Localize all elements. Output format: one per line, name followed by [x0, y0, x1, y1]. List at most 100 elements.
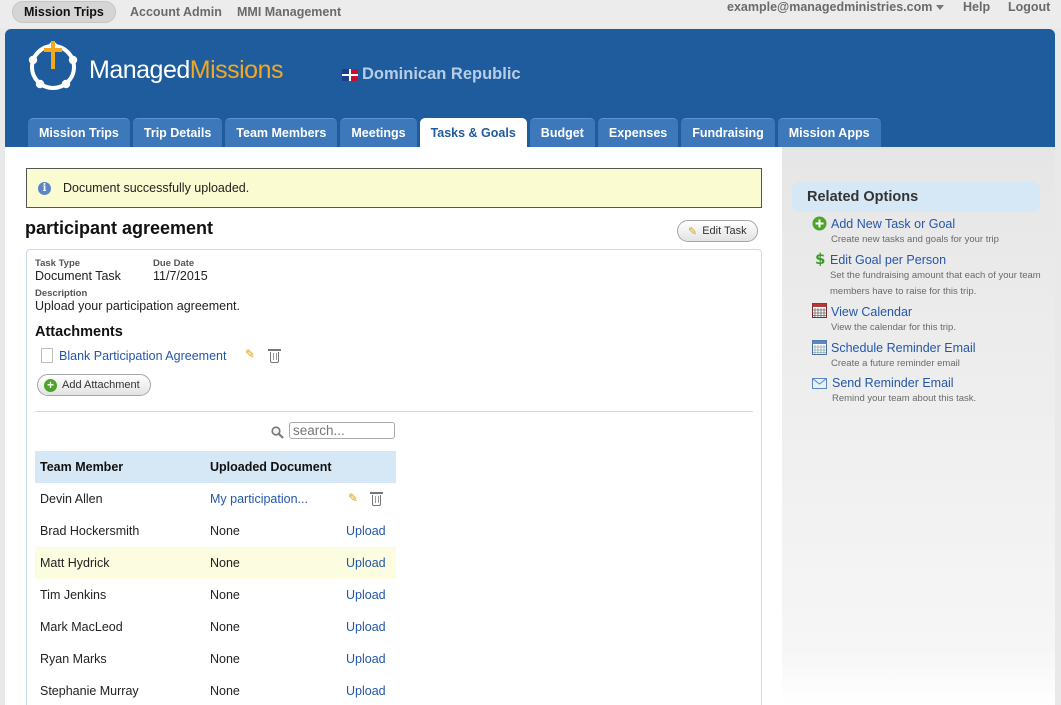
topnav-account-admin[interactable]: Account Admin: [130, 2, 222, 24]
table-row: Devin Allen My participation... ✎: [35, 483, 396, 515]
calendar-icon: [812, 303, 827, 318]
plus-circle-icon: +: [44, 378, 57, 392]
attachments-heading: Attachments: [35, 324, 123, 340]
col-team-member: Team Member: [40, 460, 124, 474]
managed-missions-logo-icon[interactable]: [25, 37, 81, 93]
task-title: participant agreement: [25, 218, 214, 238]
main-content: i Document successfully uploaded. partic…: [5, 147, 1055, 705]
add-icon: [812, 216, 827, 231]
document-status: None: [210, 588, 240, 602]
edit-document-pencil-icon[interactable]: ✎: [348, 491, 358, 505]
option-schedule-reminder: Schedule Reminder Email Create a future …: [831, 341, 1047, 372]
uploaded-document-link[interactable]: My participation...: [210, 492, 308, 506]
option-description: Create a future reminder email: [831, 358, 960, 369]
chevron-down-icon: [936, 5, 945, 11]
member-name: Devin Allen: [40, 492, 103, 506]
add-attachment-button[interactable]: + Add Attachment: [37, 374, 151, 396]
top-nav-bar: Mission Trips Account Admin MMI Manageme…: [0, 0, 1061, 28]
related-options-heading: Related Options: [792, 182, 1040, 212]
document-status: None: [210, 524, 240, 538]
edit-task-button[interactable]: ✎ Edit Task: [677, 220, 758, 242]
edit-goal-link[interactable]: Edit Goal per Person: [830, 253, 1046, 267]
send-reminder-link[interactable]: Send Reminder Email: [832, 376, 1048, 390]
member-name: Ryan Marks: [40, 652, 107, 666]
option-send-reminder: Send Reminder Email Remind your team abo…: [832, 376, 1048, 407]
table-row: Brad Hockersmith None Upload: [35, 515, 396, 547]
document-status: None: [210, 684, 240, 698]
tab-budget[interactable]: Budget: [529, 118, 595, 147]
task-type-value: Document Task: [35, 269, 121, 283]
tab-meetings[interactable]: Meetings: [340, 118, 417, 147]
edit-attachment-pencil-icon[interactable]: ✎: [245, 347, 255, 361]
table-row: Mark MacLeod None Upload: [35, 611, 396, 643]
divider: [35, 411, 753, 412]
option-description: Remind your team about this task.: [832, 393, 977, 404]
option-edit-goal: Edit Goal per Person Set the fundraising…: [830, 253, 1046, 300]
upload-link[interactable]: Upload: [346, 556, 386, 570]
svg-text:$: $: [815, 251, 825, 266]
table-header: Team Member Uploaded Document: [35, 451, 396, 483]
upload-link[interactable]: Upload: [346, 588, 386, 602]
schedule-reminder-link[interactable]: Schedule Reminder Email: [831, 341, 1047, 355]
alert-message: Document successfully uploaded.: [63, 181, 250, 195]
description-label: Description: [35, 288, 88, 299]
member-name: Brad Hockersmith: [40, 524, 140, 538]
description-value: Upload your participation agreement.: [35, 299, 240, 313]
table-row: Stephanie Murray None Upload: [35, 675, 396, 705]
main-tabs: Mission Trips Trip Details Team Members …: [28, 118, 884, 147]
option-add-task: Add New Task or Goal Create new tasks an…: [831, 217, 1047, 248]
attachment-link[interactable]: Blank Participation Agreement: [59, 349, 226, 363]
dollar-icon: $: [815, 251, 825, 266]
option-description: View the calendar for this trip.: [831, 322, 956, 333]
app-header: ManagedMissions Dominican Republic Missi…: [5, 29, 1055, 147]
table-row: Matt Hydrick None Upload: [35, 547, 396, 579]
view-calendar-link[interactable]: View Calendar: [831, 305, 1047, 319]
topnav-mission-trips[interactable]: Mission Trips: [12, 1, 116, 23]
col-uploaded-document: Uploaded Document: [210, 460, 332, 474]
table-row: Ryan Marks None Upload: [35, 643, 396, 675]
document-status: None: [210, 556, 240, 570]
tab-fundraising[interactable]: Fundraising: [681, 118, 775, 147]
help-link[interactable]: Help: [963, 0, 990, 18]
member-name: Tim Jenkins: [40, 588, 107, 602]
search-icon: [271, 426, 284, 439]
task-details-panel: Task Type Document Task Due Date 11/7/20…: [26, 249, 762, 705]
add-new-task-link[interactable]: Add New Task or Goal: [831, 217, 1047, 231]
document-status: None: [210, 620, 240, 634]
tab-tasks-goals[interactable]: Tasks & Goals: [419, 118, 527, 147]
option-description: Set the fundraising amount that each of …: [830, 270, 1041, 297]
pencil-icon: ✎: [688, 225, 698, 238]
tab-expenses[interactable]: Expenses: [597, 118, 679, 147]
document-icon: [41, 348, 53, 363]
due-date-value: 11/7/2015: [153, 269, 208, 283]
logout-link[interactable]: Logout: [1008, 0, 1050, 18]
envelope-icon: [812, 378, 827, 389]
tab-mission-trips[interactable]: Mission Trips: [28, 118, 130, 147]
document-status: None: [210, 652, 240, 666]
tab-mission-apps[interactable]: Mission Apps: [777, 118, 881, 147]
tab-team-members[interactable]: Team Members: [225, 118, 338, 147]
team-documents-table: Team Member Uploaded Document Devin Alle…: [35, 451, 396, 705]
upload-link[interactable]: Upload: [346, 620, 386, 634]
option-description: Create new tasks and goals for your trip: [831, 234, 999, 245]
dominican-flag-icon: [342, 68, 358, 81]
task-type-label: Task Type: [35, 258, 81, 269]
member-name: Stephanie Murray: [40, 684, 139, 698]
search-input[interactable]: [289, 422, 395, 439]
due-date-label: Due Date: [153, 258, 195, 269]
member-name: Mark MacLeod: [40, 620, 123, 634]
upload-link[interactable]: Upload: [346, 684, 386, 698]
topnav-mmi-management[interactable]: MMI Management: [237, 2, 341, 24]
table-row: Tim Jenkins None Upload: [35, 579, 396, 611]
upload-link[interactable]: Upload: [346, 524, 386, 538]
option-view-calendar: View Calendar View the calendar for this…: [831, 305, 1047, 336]
delete-attachment-trash-icon[interactable]: [268, 349, 281, 363]
member-name: Matt Hydrick: [40, 556, 110, 570]
delete-document-trash-icon[interactable]: [370, 492, 383, 506]
upload-link[interactable]: Upload: [346, 652, 386, 666]
schedule-icon: [812, 340, 827, 355]
user-email: example@managedministries.com: [727, 0, 933, 14]
tab-trip-details[interactable]: Trip Details: [132, 118, 223, 147]
user-menu[interactable]: example@managedministries.com: [727, 0, 945, 18]
trip-country: Dominican Republic: [342, 65, 521, 84]
